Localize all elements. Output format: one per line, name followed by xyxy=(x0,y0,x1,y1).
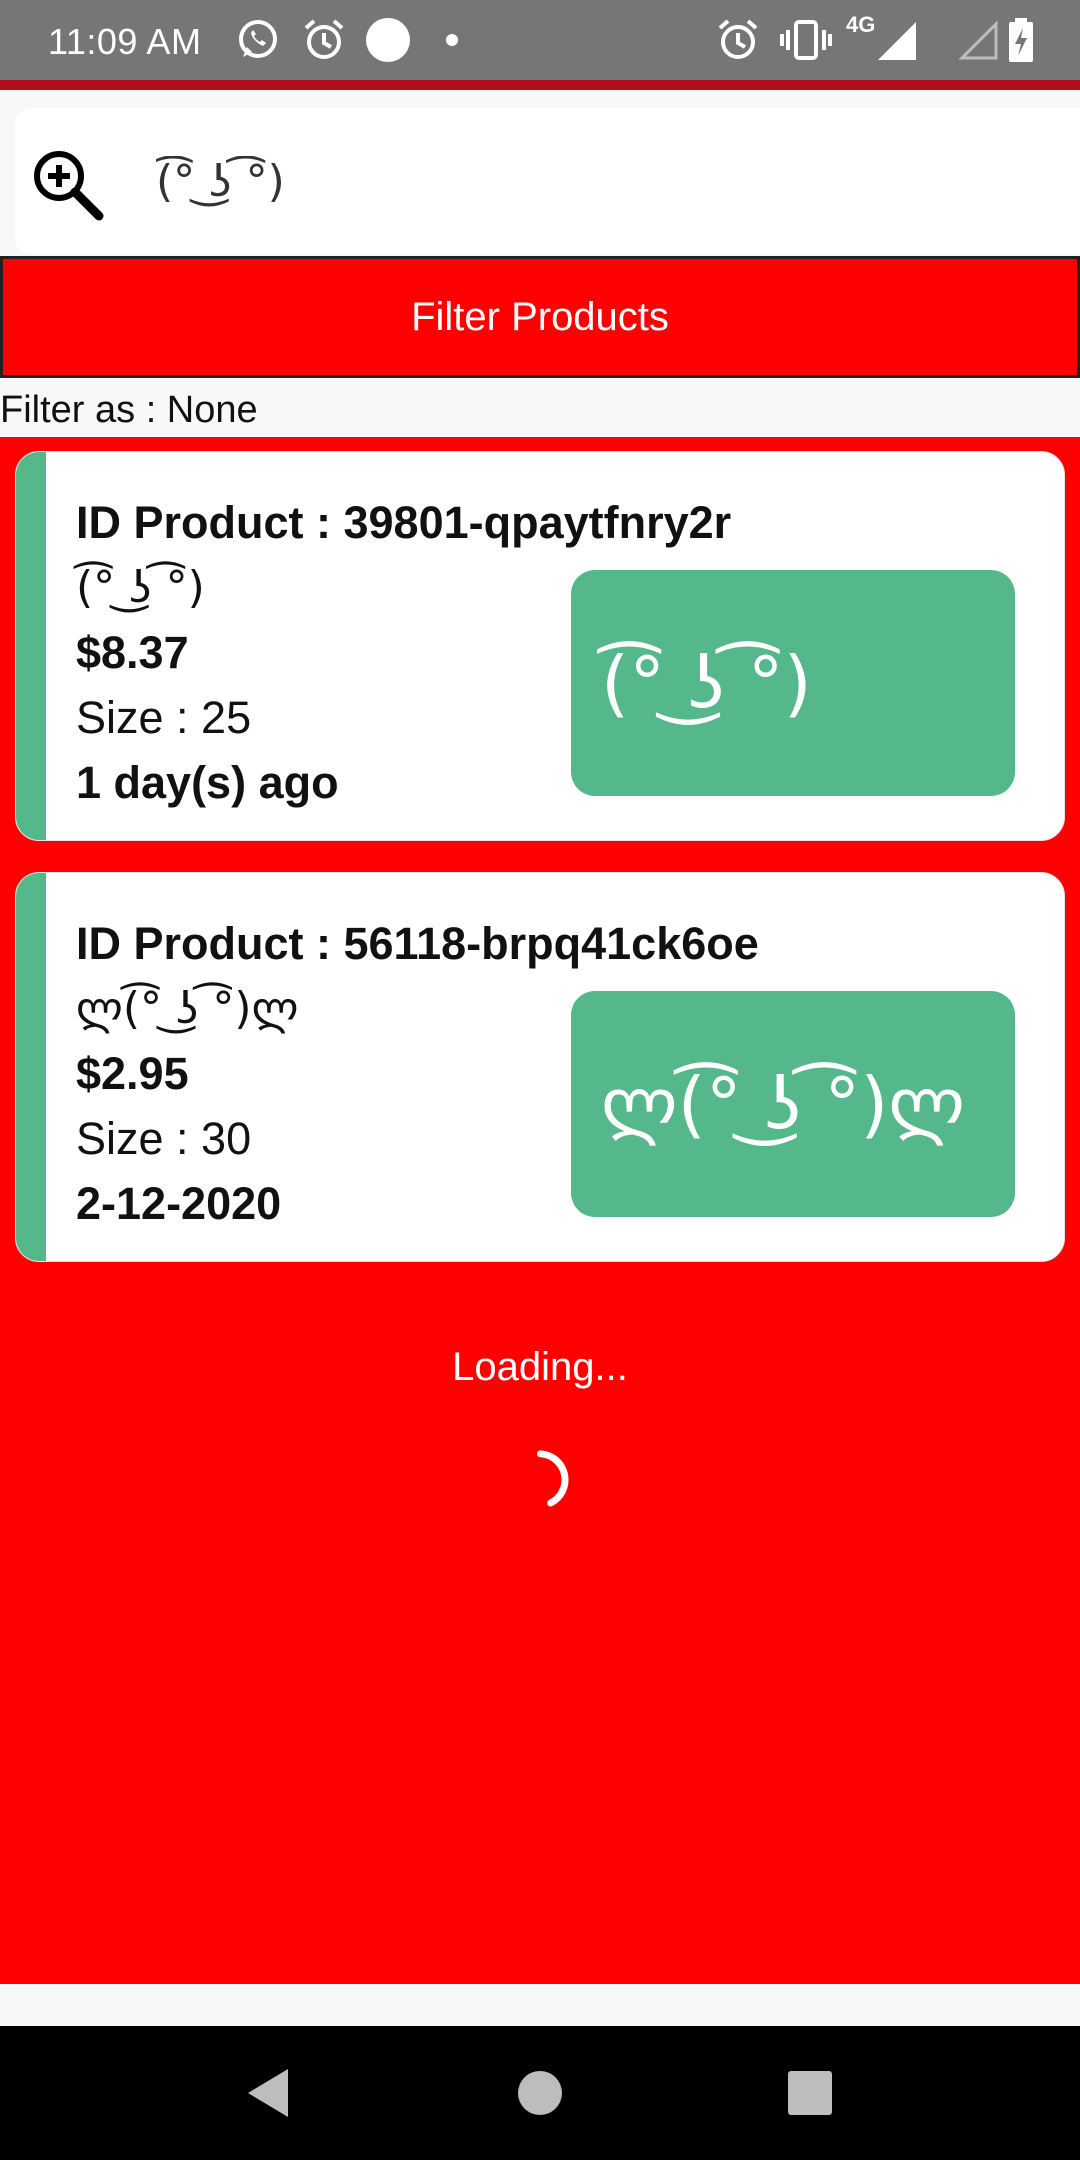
product-name: (͡° ͜ʖ ͡°) xyxy=(76,562,205,613)
home-icon xyxy=(518,2071,562,2115)
product-list: ID Product : 39801-qpaytfnry2r (͡° ͜ʖ ͡°… xyxy=(0,437,1080,1984)
product-id: ID Product : 39801-qpaytfnry2r xyxy=(76,497,732,548)
bottom-spacer xyxy=(0,1984,1080,2026)
network-type: 4G xyxy=(846,12,876,37)
product-size: Size : 30 xyxy=(76,1113,252,1164)
card-accent-stripe xyxy=(16,873,46,1261)
recents-button[interactable] xyxy=(740,2026,880,2160)
recents-icon xyxy=(788,2071,832,2115)
whatsapp-icon xyxy=(239,20,277,58)
navigation-bar xyxy=(0,2026,1080,2160)
signal-icon xyxy=(878,22,916,60)
filter-status: Filter as : None xyxy=(0,389,258,431)
status-bar: 11:09 AM 4G xyxy=(0,0,1080,80)
status-time: 11:09 AM xyxy=(48,21,202,62)
back-icon xyxy=(248,2069,288,2117)
header-accent-line xyxy=(0,80,1080,90)
product-date: 2-12-2020 xyxy=(76,1178,282,1229)
loading-spinner-icon xyxy=(536,1450,569,1507)
battery-charging-icon xyxy=(1009,18,1033,62)
product-price: $2.95 xyxy=(76,1048,189,1099)
product-price: $8.37 xyxy=(76,627,189,678)
notification-dot-icon xyxy=(366,18,410,62)
zoom-in-icon[interactable] xyxy=(29,146,105,222)
filter-products-button[interactable]: Filter Products xyxy=(0,256,1080,378)
product-card[interactable]: ID Product : 39801-qpaytfnry2r (͡° ͜ʖ ͡°… xyxy=(15,451,1065,841)
product-size: Size : 25 xyxy=(76,692,252,743)
loading-text: Loading... xyxy=(452,1345,628,1389)
card-accent-stripe xyxy=(16,452,46,840)
search-bar xyxy=(15,108,1080,254)
home-button[interactable] xyxy=(470,2026,610,2160)
search-input[interactable] xyxy=(152,148,1036,214)
product-thumbnail: ლ(͡° ͜ʖ ͡°)ლ xyxy=(571,991,1015,1217)
signal-empty-icon xyxy=(958,20,998,60)
alarm-icon xyxy=(304,19,344,59)
back-button[interactable] xyxy=(198,2026,338,2160)
alarm-icon xyxy=(718,19,758,59)
product-name: ლ(͡° ͜ʖ ͡°)ლ xyxy=(76,983,299,1034)
more-dot-icon xyxy=(446,34,458,46)
vibrate-icon xyxy=(780,20,832,60)
product-id: ID Product : 56118-brpq41ck6oe xyxy=(76,918,759,969)
product-date: 1 day(s) ago xyxy=(76,757,339,808)
product-thumbnail: (͡° ͜ʖ ͡°) xyxy=(571,570,1015,796)
product-card[interactable]: ID Product : 56118-brpq41ck6oe ლ(͡° ͜ʖ ͡… xyxy=(15,872,1065,1262)
